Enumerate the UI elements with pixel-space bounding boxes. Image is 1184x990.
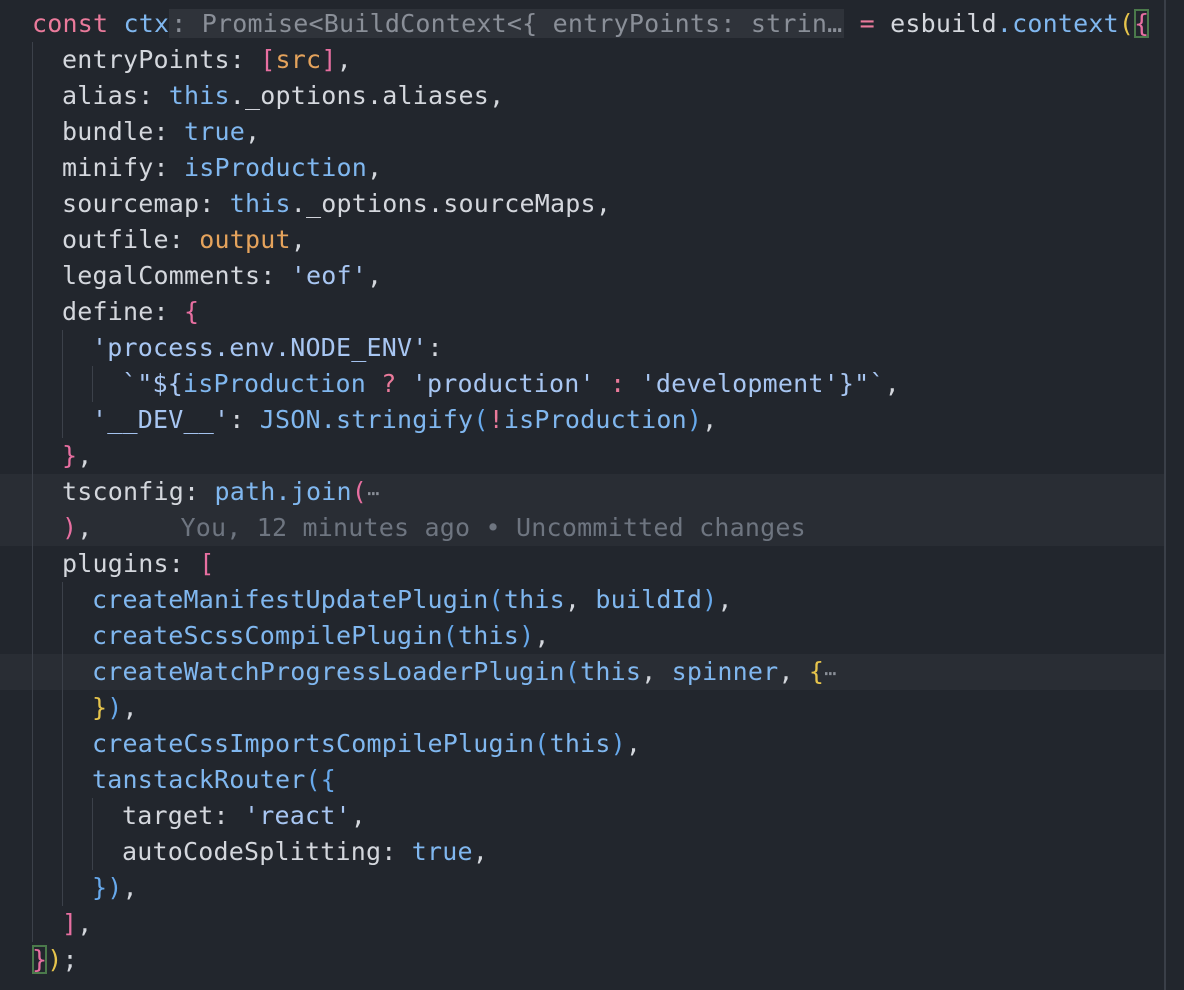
code-line[interactable]: '__DEV__': JSON.stringify(!isProduction)… (0, 402, 1164, 438)
matched-bracket: } (32, 945, 48, 974)
token-operator: ? (366, 369, 412, 398)
token-string: '__DEV__' (92, 405, 230, 434)
code-line[interactable]: createScssCompilePlugin(this), (0, 618, 1164, 654)
code-line[interactable]: tanstackRouter({ (0, 762, 1164, 798)
token-function: createManifestUpdatePlugin (92, 585, 489, 614)
code-line[interactable]: outfile: output, (0, 222, 1164, 258)
token-this: this (503, 585, 565, 614)
token-variable: ctx (123, 9, 170, 38)
token-property: sourcemap: (62, 189, 230, 218)
code-line[interactable]: sourcemap: this._options.sourceMaps, (0, 186, 1164, 222)
token-this: this (580, 657, 642, 686)
code-line[interactable]: const ctx: Promise<BuildContext<{ entryP… (0, 6, 1164, 42)
token-property: bundle: (62, 117, 185, 146)
code-lines: const ctx: Promise<BuildContext<{ entryP… (0, 6, 1164, 978)
code-line[interactable]: }, (0, 438, 1164, 474)
token-function: .join (275, 477, 352, 506)
code-line[interactable]: }), (0, 690, 1164, 726)
token-member: ._options.sourceMaps (290, 189, 596, 218)
token-operator: ! (488, 405, 504, 434)
code-line[interactable]: ], (0, 906, 1164, 942)
token-variable: spinner (671, 657, 779, 686)
code-line[interactable]: entryPoints: [src], (0, 42, 1164, 78)
code-line[interactable]: createCssImportsCompilePlugin(this), (0, 726, 1164, 762)
token-operator: : (594, 369, 641, 398)
token-property: define: (62, 297, 185, 326)
token-operator: = (844, 9, 891, 38)
token-property: minify: (62, 153, 185, 182)
token-this: this (549, 729, 611, 758)
token-function: .stringify (320, 405, 474, 434)
code-line[interactable]: plugins: [ (0, 546, 1164, 582)
code-line[interactable]: minify: isProduction, (0, 150, 1164, 186)
token-string: 'react' (244, 801, 351, 830)
token-template: `"${ (122, 369, 184, 398)
token-function: createCssImportsCompilePlugin (92, 729, 535, 758)
code-line[interactable]: alias: this._options.aliases, (0, 78, 1164, 114)
matched-bracket: { (1134, 9, 1150, 38)
token-string: 'development' (640, 369, 839, 398)
code-line[interactable]: `"${isProduction ? 'production' : 'devel… (0, 366, 1164, 402)
code-line[interactable]: define: { (0, 294, 1164, 330)
code-line[interactable]: createWatchProgressLoaderPlugin(this, sp… (0, 654, 1164, 690)
token-member: ._options.aliases (229, 81, 490, 110)
token-this: this (229, 189, 291, 218)
code-line[interactable]: bundle: true, (0, 114, 1164, 150)
token-keyword: const (32, 9, 109, 38)
token-this: this (458, 621, 520, 650)
token-identifier: esbuild (890, 9, 997, 38)
token-param: output (199, 225, 291, 254)
code-line[interactable]: }), (0, 870, 1164, 906)
code-line[interactable]: target: 'react', (0, 798, 1164, 834)
token-property: outfile: (62, 225, 200, 254)
token-function: tanstackRouter (92, 765, 306, 794)
fold-ellipsis-icon[interactable]: ⋯ (367, 481, 379, 505)
token-boolean: true (411, 837, 473, 866)
code-line[interactable]: createManifestUpdatePlugin(this, buildId… (0, 582, 1164, 618)
token-property: alias: (62, 81, 169, 110)
token-property: plugins: (62, 549, 200, 578)
token-this: this (168, 81, 230, 110)
code-line[interactable]: 'process.env.NODE_ENV': (0, 330, 1164, 366)
code-line[interactable]: legalComments: 'eof', (0, 258, 1164, 294)
code-line[interactable]: tsconfig: path.join(⋯ (0, 474, 1164, 510)
token-property: legalComments: (62, 261, 291, 290)
token-param: src (275, 45, 322, 74)
token-string: 'production' (411, 369, 595, 398)
code-line[interactable]: }); (0, 942, 1164, 978)
code-line[interactable]: ), You, 12 minutes ago • Uncommitted chan… (0, 510, 1164, 546)
editor-ruler (1164, 0, 1166, 990)
token-boolean: true (184, 117, 246, 146)
code-line[interactable]: autoCodeSplitting: true, (0, 834, 1164, 870)
token-string: 'eof' (290, 261, 368, 290)
token-property: entryPoints: (62, 45, 261, 74)
token-variable: isProduction (503, 405, 687, 434)
token-variable: isProduction (183, 369, 367, 398)
token-variable: buildId (595, 585, 703, 614)
token-variable: isProduction (184, 153, 368, 182)
inlay-type-hint: : Promise<BuildContext<{ entryPoints: st… (169, 9, 845, 38)
token-property: target: (122, 801, 245, 830)
token-identifier: JSON (259, 405, 321, 434)
code-editor[interactable]: const ctx: Promise<BuildContext<{ entryP… (0, 0, 1184, 990)
token-string: 'process.env.NODE_ENV' (92, 333, 428, 362)
git-blame-annotation[interactable]: You, 12 minutes ago • Uncommitted change… (181, 513, 806, 542)
token-identifier: path (214, 477, 276, 506)
token-function: createScssCompilePlugin (92, 621, 443, 650)
token-template: }"` (838, 369, 885, 398)
token-function: createWatchProgressLoaderPlugin (92, 657, 565, 686)
fold-ellipsis-icon[interactable]: ⋯ (824, 661, 836, 685)
token-property: tsconfig: (62, 477, 215, 506)
token-function: .context (996, 9, 1119, 38)
token-property: autoCodeSplitting: (122, 837, 412, 866)
